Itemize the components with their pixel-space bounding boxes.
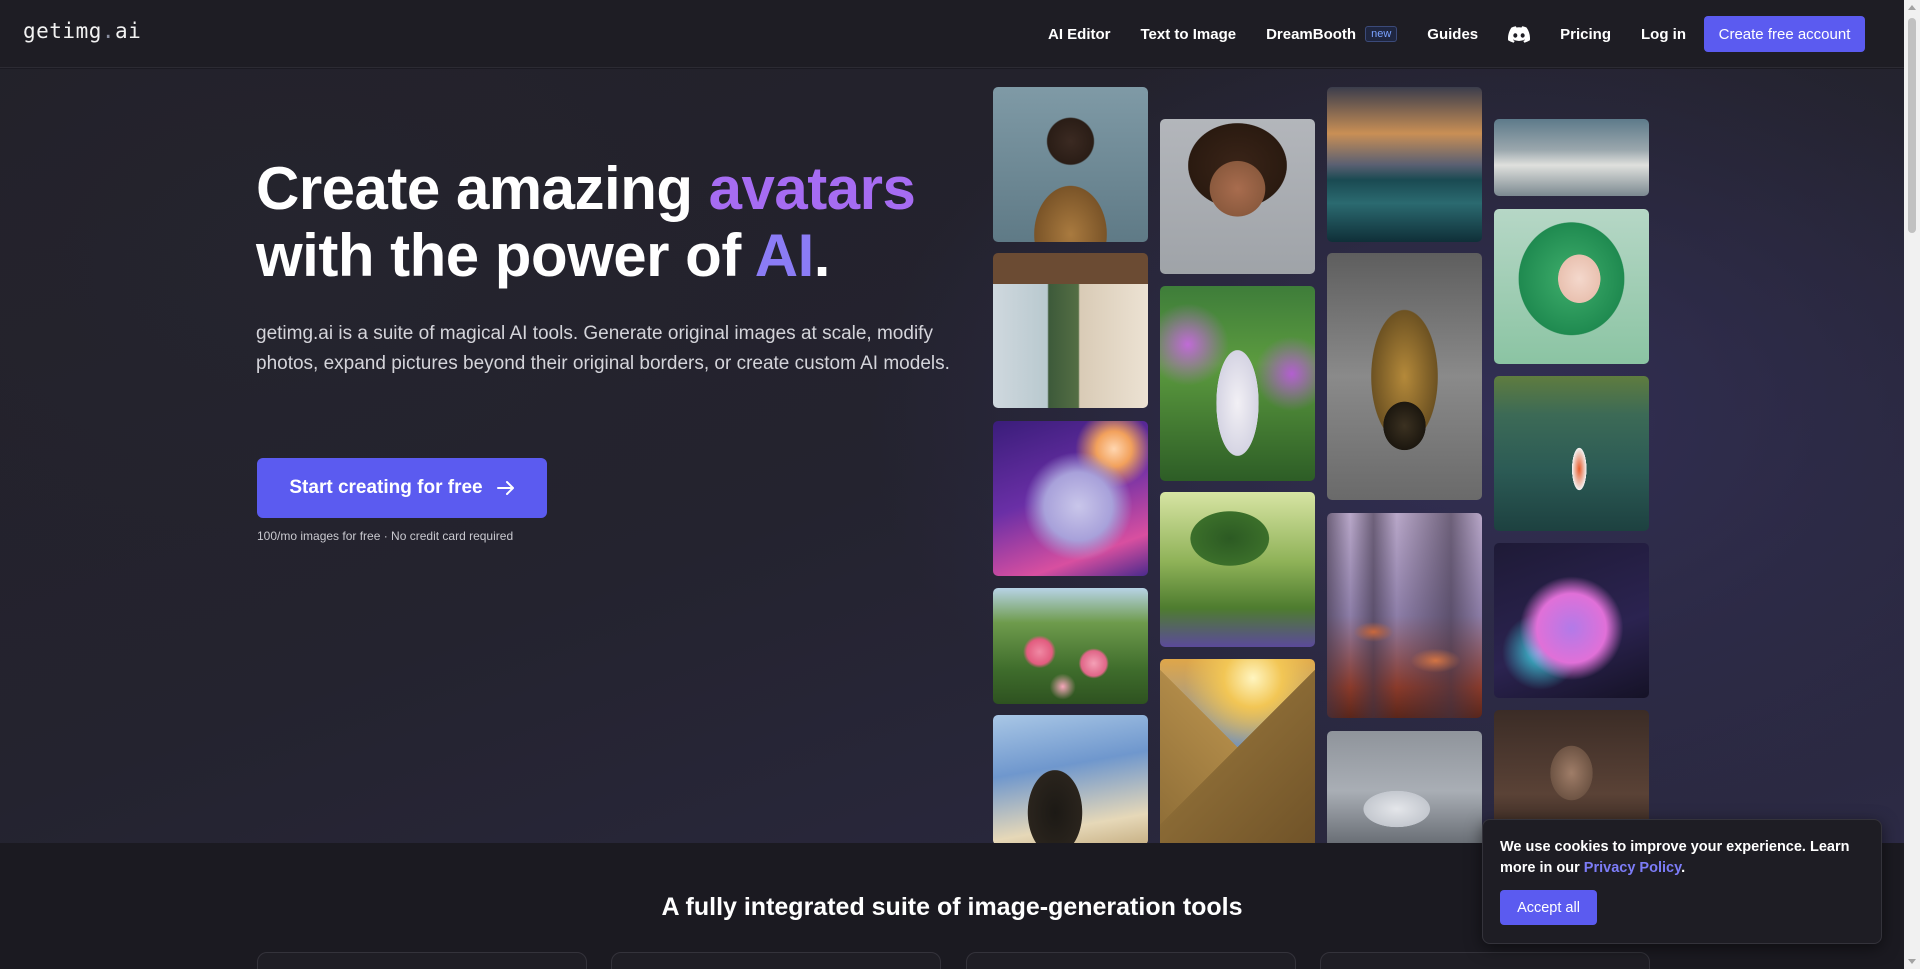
gallery-image-rider-horse <box>993 715 1148 843</box>
scroll-thumb[interactable] <box>1908 18 1916 233</box>
logo-main: getimg <box>23 19 102 43</box>
logo-dot: . <box>101 19 116 43</box>
gallery-image-white-sneaker <box>1327 731 1482 843</box>
gallery-image-stormy-sea <box>1327 87 1482 242</box>
hero-title-accent-ai: AI <box>754 222 815 289</box>
hero-section: Create amazing avatars with the power of… <box>0 69 1904 843</box>
gallery-image-neon-hamster <box>1494 543 1649 698</box>
nav-link-pricing[interactable]: Pricing <box>1560 26 1611 43</box>
nav-links: AI Editor Text to Image DreamBooth new G… <box>1048 0 1686 68</box>
nav-link-dreambooth-label: DreamBooth <box>1266 25 1357 43</box>
gallery-image-curly-man-portrait <box>1160 119 1315 274</box>
gallery-image-green-anime-girl <box>1494 209 1649 364</box>
discord-icon <box>1508 25 1531 43</box>
gallery-image-mushroom-forest <box>1327 513 1482 718</box>
logo[interactable]: getimg.ai <box>23 19 141 43</box>
gallery-image-golden-skull <box>1327 253 1482 500</box>
tool-card[interactable] <box>966 952 1296 969</box>
gallery-image-bedroom-cabin <box>993 253 1148 408</box>
scroll-down-icon[interactable] <box>1908 959 1916 964</box>
start-creating-button[interactable]: Start creating for free <box>257 458 547 518</box>
nav-link-ai-editor[interactable]: AI Editor <box>1048 26 1111 43</box>
nav-link-login[interactable]: Log in <box>1641 26 1686 43</box>
gallery-image-pyramid <box>1160 659 1315 843</box>
gallery-image-flower-goddess <box>1160 286 1315 481</box>
cookie-text: We use cookies to improve your experienc… <box>1500 837 1870 879</box>
gallery-image-portrait-man-suit <box>993 87 1148 242</box>
hero-description: getimg.ai is a suite of magical AI tools… <box>256 323 950 374</box>
nav-link-dreambooth[interactable]: DreamBooth new <box>1266 25 1398 43</box>
gallery-image-koi-pond <box>1494 376 1649 531</box>
tool-card[interactable] <box>257 952 587 969</box>
hero-title-part: . <box>813 222 831 289</box>
accept-all-button[interactable]: Accept all <box>1500 890 1597 925</box>
tool-card[interactable] <box>611 952 941 969</box>
scroll-up-icon[interactable] <box>1908 5 1916 10</box>
cookie-text-part: . <box>1681 860 1686 876</box>
hero-title-part: with the power of <box>256 222 755 289</box>
top-navbar: getimg.ai AI Editor Text to Image DreamB… <box>0 0 1904 68</box>
hero-title-part: Create amazing <box>256 155 709 222</box>
hero-title: Create amazing avatars with the power of… <box>256 155 976 289</box>
gallery-image-roses-garden <box>993 588 1148 704</box>
privacy-policy-link[interactable]: Privacy Policy <box>1584 860 1681 876</box>
gallery-image-cosmic-cat <box>993 421 1148 576</box>
cookie-banner: We use cookies to improve your experienc… <box>1482 819 1882 944</box>
hero-title-accent-avatars: avatars <box>708 155 916 222</box>
nav-link-text-to-image[interactable]: Text to Image <box>1141 26 1237 43</box>
gallery-image-forest-tree <box>1160 492 1315 647</box>
arrow-right-icon <box>496 481 514 495</box>
start-creating-label: Start creating for free <box>289 477 483 498</box>
hero-note: 100/mo images for free · No credit card … <box>257 529 514 543</box>
logo-suffix: ai <box>115 19 142 43</box>
nav-link-guides[interactable]: Guides <box>1427 26 1478 43</box>
tool-card[interactable] <box>1320 952 1650 969</box>
page-scrollbar[interactable] <box>1904 0 1920 969</box>
new-badge: new <box>1365 26 1398 42</box>
create-account-button[interactable]: Create free account <box>1704 16 1865 52</box>
discord-link[interactable] <box>1508 25 1531 43</box>
gallery-image-clouds <box>1494 119 1649 196</box>
